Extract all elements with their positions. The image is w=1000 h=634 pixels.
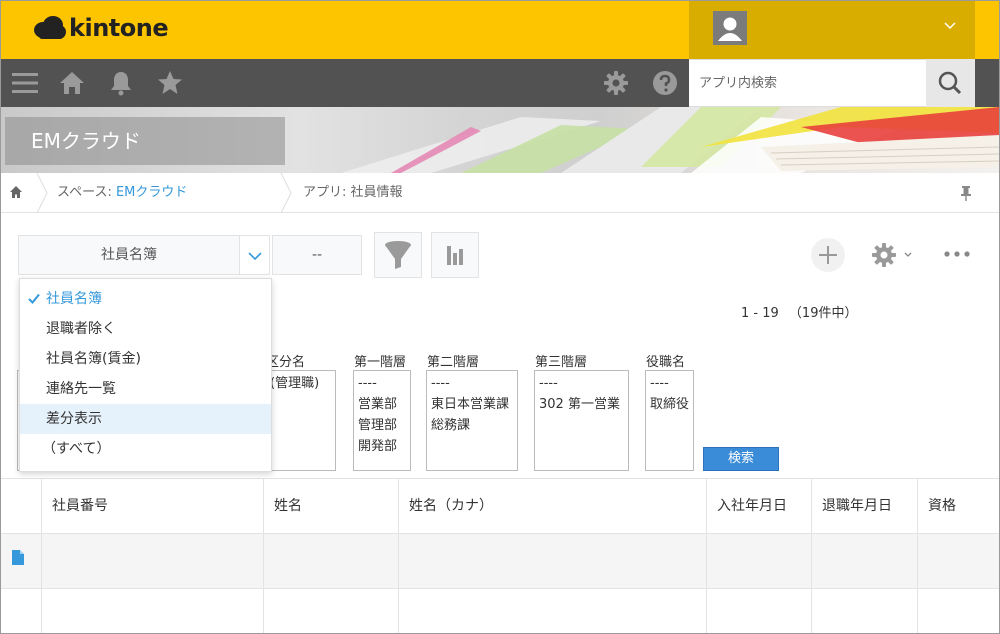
filter-option[interactable]: 取締役: [650, 394, 689, 415]
bell-icon[interactable]: [107, 70, 135, 96]
breadcrumb-separator: [36, 173, 48, 213]
app-window: kintone アプリ内検索 EMクラウド スペース: EMクラウド アプリ: …: [0, 0, 1000, 634]
funnel-icon: [385, 241, 411, 269]
view-option-label: 社員名簿: [46, 291, 102, 307]
home-icon[interactable]: [9, 185, 23, 199]
filter-list-level3[interactable]: ---- 302 第一営業: [534, 370, 629, 471]
table-divider: [41, 533, 42, 633]
breadcrumb-space: スペース: EMクラウド: [57, 173, 187, 213]
view-option-label: 差分表示: [46, 411, 102, 427]
filter-list-level1[interactable]: ---- 営業部 管理部 開発部: [353, 370, 411, 471]
view-option-exclude-retired[interactable]: 退職者除く: [20, 314, 271, 344]
check-icon: [28, 293, 40, 304]
column-header-hire-date[interactable]: 入社年月日: [706, 479, 812, 533]
column-header-retire-date[interactable]: 退職年月日: [811, 479, 918, 533]
avatar: [713, 11, 747, 45]
filter-option[interactable]: ----: [431, 373, 513, 394]
filter-option[interactable]: ----: [539, 373, 624, 394]
user-menu[interactable]: [689, 1, 975, 59]
filter-label-level1: 第一階層: [354, 355, 407, 370]
filter-option[interactable]: (管理職): [270, 373, 331, 394]
filter-label-level2: 第二階層: [427, 355, 480, 370]
user-icon: [718, 17, 742, 41]
filter-list-level2[interactable]: ---- 東日本営業課 総務課: [426, 370, 518, 471]
more-options-icon[interactable]: [942, 247, 972, 261]
record-total: （19件中）: [788, 306, 858, 321]
view-option-employee-wages[interactable]: 社員名簿(賃金): [20, 344, 271, 374]
table-divider: [263, 533, 264, 633]
view-option-label: 社員名簿(賃金): [46, 351, 141, 367]
search-button[interactable]: [926, 59, 975, 107]
kintone-logo[interactable]: kintone: [33, 13, 169, 43]
record-detail-icon[interactable]: [12, 550, 24, 565]
view-option-contacts[interactable]: 連絡先一覧: [20, 374, 271, 404]
table-row[interactable]: [1, 589, 999, 633]
pin-icon[interactable]: [959, 185, 973, 201]
filter-option[interactable]: 管理部: [358, 415, 406, 436]
breadcrumb-app[interactable]: アプリ: 社員情報: [303, 173, 403, 213]
view-option-diff[interactable]: 差分表示: [20, 404, 271, 434]
logo-text: kintone: [69, 14, 169, 42]
star-icon[interactable]: [156, 70, 184, 96]
view-selector[interactable]: 社員名簿: [18, 235, 270, 275]
filter-option[interactable]: ----: [358, 373, 406, 394]
plus-icon: [819, 246, 837, 264]
search-icon: [938, 71, 962, 95]
table-divider: [706, 533, 707, 633]
view-selector-toggle[interactable]: [239, 236, 269, 274]
breadcrumb-separator: [280, 173, 292, 213]
filter-option[interactable]: 302 第一営業: [539, 394, 624, 415]
breadcrumb-space-link[interactable]: EMクラウド: [116, 185, 187, 200]
table-divider: [811, 533, 812, 633]
record-count: 1 - 19 （19件中）: [741, 302, 857, 321]
filter-list-division[interactable]: (管理職): [266, 370, 336, 471]
chevron-down-icon: [944, 22, 956, 30]
view-selector-label: 社員名簿: [101, 247, 157, 263]
record-range: 1 - 19: [741, 306, 779, 321]
search-submit-button[interactable]: 検索: [703, 447, 779, 471]
home-icon[interactable]: [58, 70, 86, 96]
filter-option[interactable]: 東日本営業課: [431, 394, 513, 415]
column-header-qualification[interactable]: 資格: [917, 479, 999, 533]
space-banner: EMクラウド: [1, 107, 999, 173]
chevron-down-icon: [248, 252, 262, 261]
gear-icon: [872, 243, 912, 267]
column-header-name[interactable]: 姓名: [263, 479, 399, 533]
app-settings-button[interactable]: [867, 239, 915, 271]
top-header: kintone: [1, 1, 999, 59]
column-header-name-kana[interactable]: 姓名（カナ）: [398, 479, 707, 533]
view-option-label: 退職者除く: [46, 321, 116, 337]
bar-chart-icon: [447, 246, 463, 265]
filter-option[interactable]: 営業部: [358, 394, 406, 415]
view-dropdown-menu: 社員名簿 退職者除く 社員名簿(賃金) 連絡先一覧 差分表示 （すべて）: [19, 278, 272, 472]
help-icon[interactable]: [651, 70, 679, 96]
filter-selector[interactable]: --: [272, 235, 362, 275]
breadcrumb-space-prefix: スペース:: [57, 185, 116, 200]
filter-option[interactable]: 総務課: [431, 415, 513, 436]
filter-option[interactable]: 開発部: [358, 436, 406, 457]
column-header-employee-number[interactable]: 社員番号: [41, 479, 264, 533]
gear-icon[interactable]: [602, 70, 630, 96]
filter-button[interactable]: [374, 232, 422, 278]
add-record-button[interactable]: [811, 238, 845, 272]
view-option-employee-list[interactable]: 社員名簿: [20, 284, 271, 314]
view-option-label: （すべて）: [42, 441, 111, 457]
menu-icon[interactable]: [11, 70, 39, 96]
view-option-all[interactable]: （すべて）: [20, 434, 271, 464]
filter-list-position[interactable]: ---- 取締役: [645, 370, 694, 471]
graph-button[interactable]: [431, 232, 479, 278]
filter-label-position: 役職名: [646, 355, 686, 370]
app-search-input[interactable]: アプリ内検索: [689, 59, 926, 107]
table-divider: [398, 533, 399, 633]
table-row[interactable]: [1, 533, 999, 589]
filter-label-level3: 第三階層: [535, 355, 588, 370]
breadcrumb: スペース: EMクラウド アプリ: 社員情報: [1, 173, 999, 213]
filter-option[interactable]: ----: [650, 373, 689, 394]
view-option-label: 連絡先一覧: [46, 381, 116, 397]
space-title: EMクラウド: [5, 117, 285, 165]
cloud-logo-icon: [34, 16, 66, 39]
table-divider: [917, 533, 918, 633]
